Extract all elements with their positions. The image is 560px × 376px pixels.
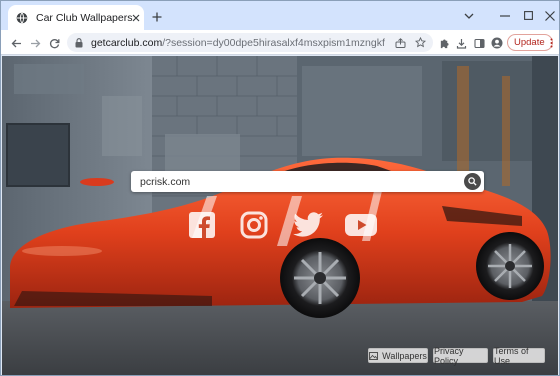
extensions-icon[interactable]: [435, 34, 453, 52]
close-window-button[interactable]: [534, 1, 559, 30]
wallpapers-label: Wallpapers: [382, 350, 427, 361]
profile-avatar-icon[interactable]: [488, 34, 506, 52]
tab-title: Car Club Wallpapers: [36, 11, 133, 24]
side-panel-icon[interactable]: [470, 34, 488, 52]
share-icon[interactable]: [393, 35, 408, 50]
kebab-menu-icon[interactable]: [550, 38, 553, 48]
reload-button[interactable]: [45, 34, 63, 52]
new-tab-button[interactable]: [148, 8, 166, 26]
update-button[interactable]: Update: [507, 34, 553, 51]
terms-of-use-button[interactable]: Terms of Use: [493, 345, 545, 366]
bookmark-star-icon[interactable]: [413, 35, 428, 50]
search-icon: [468, 177, 477, 186]
youtube-icon[interactable]: [343, 211, 379, 239]
download-icon[interactable]: [452, 34, 470, 52]
privacy-policy-button[interactable]: Privacy Policy: [433, 345, 488, 366]
tab-strip: Car Club Wallpapers: [1, 1, 559, 30]
back-button[interactable]: [7, 34, 25, 52]
tab-car-club-wallpapers[interactable]: Car Club Wallpapers: [8, 5, 144, 30]
lock-icon[interactable]: [75, 37, 83, 48]
facebook-icon[interactable]: [187, 211, 217, 239]
car-wallpaper-background: [2, 56, 558, 375]
page-content: pcrisk.com Wallpapers Privacy Policy Ter…: [2, 56, 558, 375]
url-text: getcarclub.com/?session=dy00dpe5hirasalx…: [91, 36, 385, 49]
address-bar[interactable]: getcarclub.com/?session=dy00dpe5hirasalx…: [67, 33, 433, 52]
tab-search-icon[interactable]: [453, 1, 485, 30]
privacy-policy-label: Privacy Policy: [434, 345, 464, 366]
globe-icon: [16, 12, 28, 24]
instagram-icon[interactable]: [239, 211, 269, 239]
twitter-icon[interactable]: [291, 211, 325, 239]
wallpapers-button[interactable]: Wallpapers: [368, 348, 428, 363]
tab-close-icon[interactable]: [132, 11, 140, 25]
search-input[interactable]: pcrisk.com: [140, 176, 484, 188]
forward-button[interactable]: [26, 34, 44, 52]
search-bar[interactable]: pcrisk.com: [131, 171, 484, 192]
terms-of-use-label: Terms of Use: [494, 345, 529, 366]
toolbar: getcarclub.com/?session=dy00dpe5hirasalx…: [1, 30, 559, 55]
browser-window: Car Club Wallpapers getcarclub.com/?sess…: [0, 0, 560, 376]
search-button[interactable]: [464, 173, 481, 190]
image-icon: [369, 351, 379, 360]
update-label: Update: [514, 37, 545, 48]
